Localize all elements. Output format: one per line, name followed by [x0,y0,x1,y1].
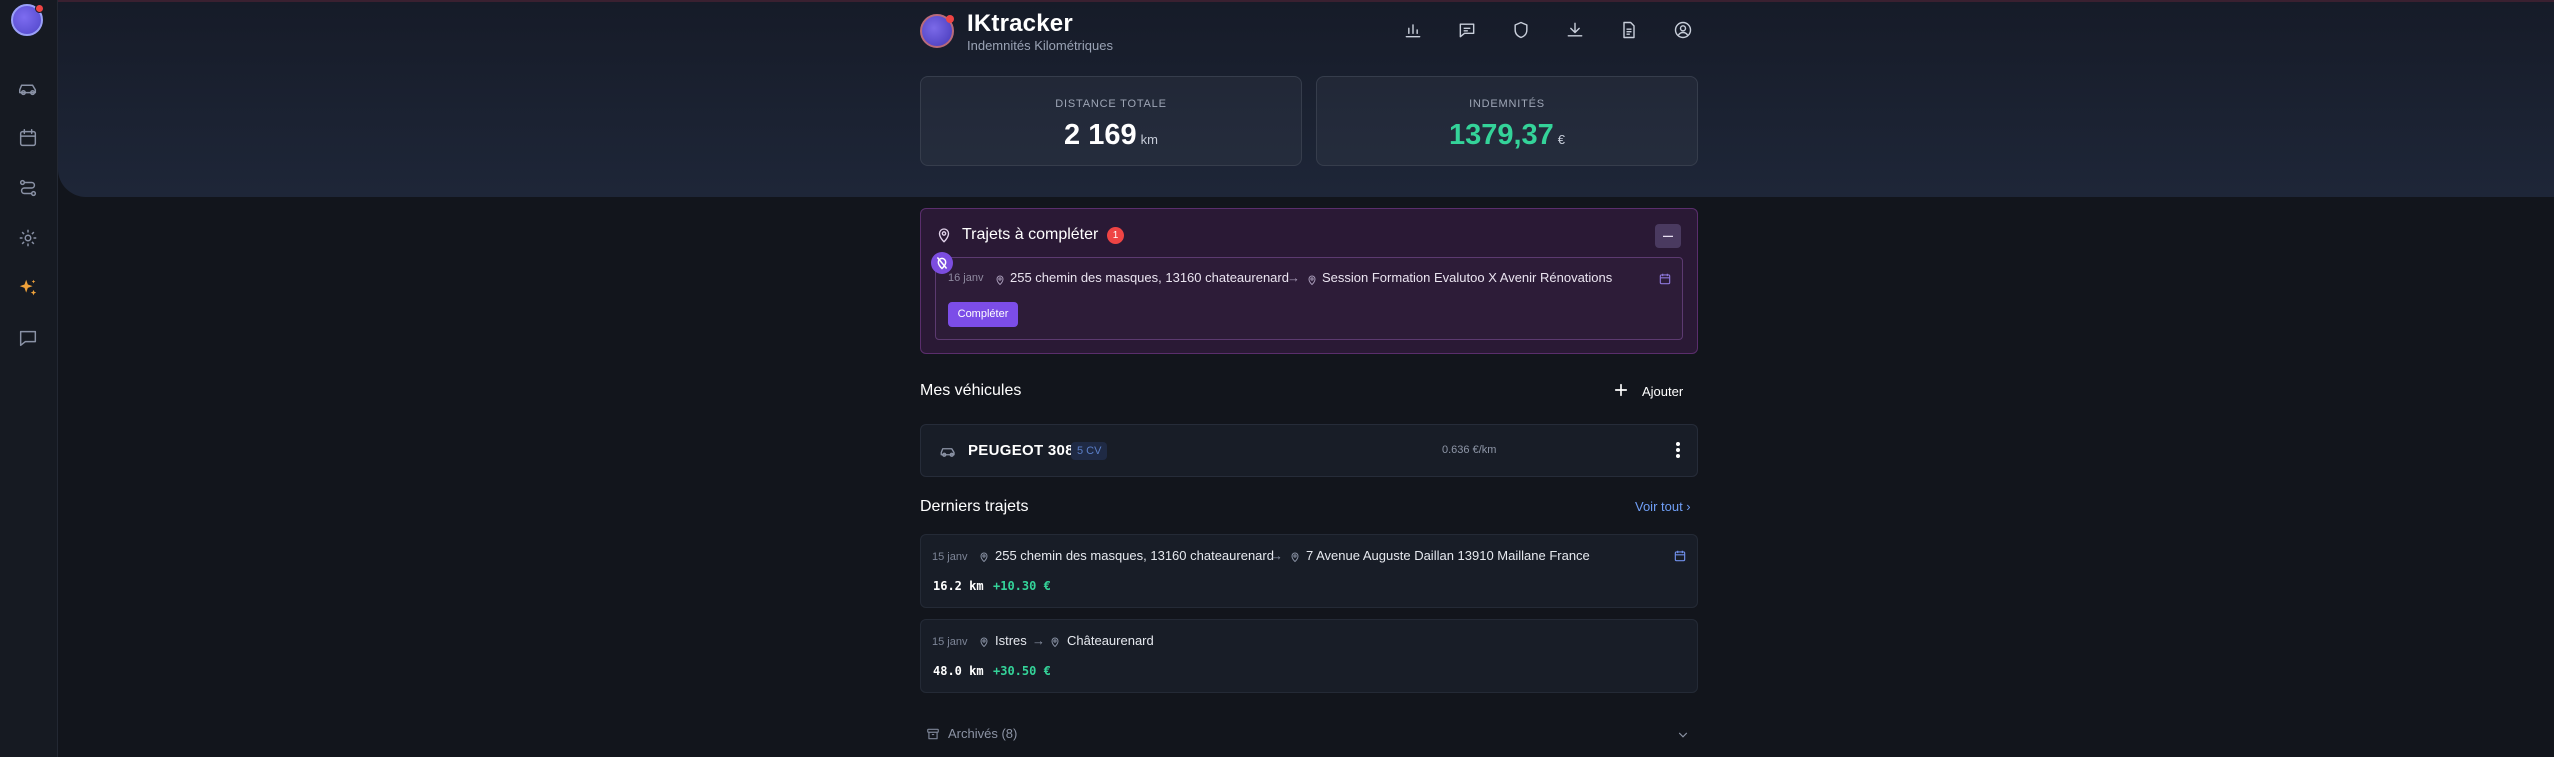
pending-trip[interactable]: 16 janv 255 chemin des masques, 13160 ch… [931,252,1683,340]
trip-card[interactable]: 15 janv 255 chemin des masques, 13160 ch… [920,534,1698,608]
complete-button[interactable]: Compléter [948,302,1018,327]
location-off-icon [931,252,953,274]
destination-pin-icon [1289,551,1301,563]
download-icon[interactable] [1565,20,1585,40]
vehicle-card[interactable]: PEUGEOT 308 5 CV 0.636 €/km [920,424,1698,477]
arrow-right-icon: → [1287,270,1300,285]
distance-card: DISTANCE TOTALE 2 169 km [920,76,1302,166]
origin-pin-icon [994,274,1006,286]
calendar-icon[interactable] [17,127,39,149]
calendar-icon[interactable] [1673,549,1687,563]
plus-icon [1612,381,1630,399]
shield-icon[interactable] [1511,20,1531,40]
header-band [58,2,2554,197]
map-pin-icon [935,226,953,244]
archives-label: Archivés (8) [948,726,1018,741]
calendar-icon[interactable] [1658,272,1672,286]
origin-pin-icon [978,551,990,563]
pending-count-badge: 1 [1107,227,1124,244]
vehicle-name: PEUGEOT 308 [968,442,1074,459]
sparkles-icon[interactable] [17,277,39,299]
trip-destination: 7 Avenue Auguste Daillan 13910 Maillane … [1306,548,1590,563]
vehicle-cv-badge: 5 CV [1071,442,1108,460]
destination-pin-icon [1049,636,1061,648]
archive-box-icon [926,727,940,741]
car-icon[interactable] [17,77,39,99]
see-all-link[interactable]: Voir tout › [1635,499,1691,514]
arrow-right-icon: → [1270,548,1283,563]
notification-dot [35,4,44,13]
distance-value: 2 169 km [921,119,1301,152]
trip-origin: Istres [995,633,1027,648]
trip-distance: 16.2 km [933,579,984,593]
distance-unit: km [1140,132,1158,147]
user-circle-icon[interactable] [1673,20,1693,40]
indemnites-label: INDEMNITÉS [1469,98,1545,110]
chat-icon[interactable] [1457,20,1477,40]
indemnites-value: 1379,37 € [1317,119,1697,152]
trip-date: 15 janv [932,636,968,648]
app-subtitle: Indemnités Kilométriques [967,38,1113,53]
distance-label: DISTANCE TOTALE [1055,98,1167,110]
gear-icon[interactable] [17,227,39,249]
indemnites-unit: € [1557,132,1566,147]
app-logo [920,14,954,48]
bar-chart-icon[interactable] [1403,20,1423,40]
sidebar [0,0,58,757]
route-icon[interactable] [17,177,39,199]
vehicle-rate: 0.636 €/km [1442,444,1497,456]
pending-title: Trajets à compléter [962,226,1099,243]
origin-pin-icon [978,636,990,648]
recent-trips-title: Derniers trajets [920,498,1029,515]
chat-icon[interactable] [17,327,39,349]
chevron-down-icon [1676,728,1690,742]
pending-trip-destination: Session Formation Evalutoo X Avenir Réno… [1322,270,1613,285]
trip-amount: +10.30 € [993,579,1051,593]
distance-number: 2 169 [1064,119,1137,151]
trip-card[interactable]: 15 janv Istres → Châteaurenard 48.0 km +… [920,619,1698,693]
vehicles-title: Mes véhicules [920,382,1022,399]
pending-trip-date: 16 janv [948,272,984,284]
document-icon[interactable] [1619,20,1639,40]
car-icon [939,443,957,459]
archives-toggle[interactable]: Archivés (8) [920,722,1698,748]
trip-date: 15 janv [932,551,968,563]
trip-distance: 48.0 km [933,664,984,678]
pending-trips-panel: Trajets à compléter 1 – 16 janv 255 chem… [920,208,1698,354]
trip-amount: +30.50 € [993,664,1051,678]
destination-pin-icon [1306,274,1318,286]
indemnites-card: INDEMNITÉS 1379,37 € [1316,76,1698,166]
notification-dot [946,15,954,23]
app-title: IKtracker [967,10,1073,37]
collapse-button[interactable]: – [1655,224,1681,248]
pending-trip-origin: 255 chemin des masques, 13160 chateauren… [1010,270,1289,285]
more-vertical-icon[interactable] [1675,441,1681,459]
add-vehicle-label: Ajouter [1642,384,1684,399]
arrow-right-icon: → [1032,633,1045,648]
trip-origin: 255 chemin des masques, 13160 chateauren… [995,548,1274,563]
indemnites-number: 1379,37 [1448,119,1554,151]
sidebar-avatar[interactable] [11,4,44,36]
trip-destination: Châteaurenard [1067,633,1154,648]
